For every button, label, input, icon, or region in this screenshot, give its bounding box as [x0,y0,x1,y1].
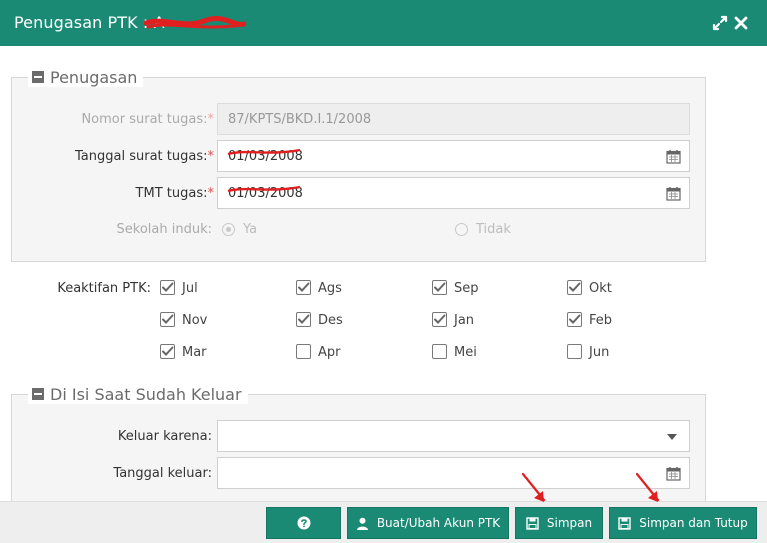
month-label-jan: Jan [454,313,475,328]
radio-tidak[interactable] [455,223,468,236]
checkbox-jan[interactable] [432,312,447,327]
month-label-ags: Ags [318,281,342,296]
checkmark-icon [162,282,174,292]
simpan-tutup-label: Simpan dan Tutup [639,516,748,530]
checkmark-icon [569,282,581,292]
collapse-icon[interactable] [32,71,44,83]
tmt-tugas-input[interactable]: 01/03/2008 [217,177,690,209]
month-label-okt: Okt [589,281,612,296]
nomor-surat-input[interactable]: 87/KPTS/BKD.I.1/2008 [217,103,690,135]
keluar-legend-text: Di Isi Saat Sudah Keluar [50,384,242,404]
calendar-icon[interactable] [666,186,681,201]
checkbox-mar[interactable] [160,344,175,359]
checkbox-ags[interactable] [296,280,311,295]
annotation-arrow-icon [521,472,546,502]
akun-ptk-button[interactable]: Buat/Ubah Akun PTK [347,507,509,539]
radio-ya[interactable] [222,223,235,236]
checkbox-feb[interactable] [567,312,582,327]
annotation-arrow-icon [635,472,660,502]
window-title: Penugasan PTK : A [14,13,165,32]
calendar-icon[interactable] [666,149,681,164]
checkmark-icon [298,282,310,292]
month-label-sep: Sep [454,281,479,296]
checkbox-jul[interactable] [160,280,175,295]
checkbox-okt[interactable] [567,280,582,295]
tanggal-keluar-label: Tanggal keluar: [113,466,212,481]
month-label-apr: Apr [318,345,341,360]
help-button[interactable] [266,507,341,539]
save-icon [618,516,631,530]
month-label-nov: Nov [182,313,208,328]
month-label-jul: Jul [182,281,198,296]
checkbox-des[interactable] [296,312,311,327]
simpan-label: Simpan [546,516,593,530]
checkbox-nov[interactable] [160,312,175,327]
redaction-scribble [144,16,246,29]
keluar-karena-select[interactable] [217,420,690,452]
redaction-strike [227,148,301,156]
tanggal-surat-input[interactable]: 01/03/2008 [217,140,690,172]
close-icon[interactable] [732,14,750,32]
month-label-des: Des [318,313,343,328]
checkmark-icon [162,346,174,356]
nomor-surat-value: 87/KPTS/BKD.I.1/2008 [228,112,372,127]
checkbox-sep[interactable] [432,280,447,295]
sekolah-induk-label: Sekolah induk: [116,222,212,237]
checkmark-icon [569,314,581,324]
checkbox-apr[interactable] [296,344,311,359]
month-label-mei: Mei [454,345,477,360]
penugasan-legend-text: Penugasan [50,67,138,87]
redaction-strike [227,185,301,193]
tanggal-keluar-input[interactable] [217,457,690,489]
question-circle-icon [297,516,310,530]
akun-ptk-label: Buat/Ubah Akun PTK [376,516,501,530]
calendar-icon[interactable] [666,466,681,481]
tmt-tugas-label: TMT tugas:* [135,186,214,201]
keluar-legend[interactable]: Di Isi Saat Sudah Keluar [28,384,248,404]
checkmark-icon [434,282,446,292]
user-icon [356,517,368,530]
collapse-icon[interactable] [32,388,44,400]
penugasan-legend[interactable]: Penugasan [28,67,144,87]
month-label-feb: Feb [589,313,613,328]
radio-tidak-label: Tidak [476,222,511,237]
tanggal-surat-label: Tanggal surat tugas:* [75,149,214,164]
window-titlebar: Penugasan PTK : A [0,0,767,46]
month-label-mar: Mar [182,345,207,360]
checkmark-icon [298,314,310,324]
simpan-tutup-button[interactable]: Simpan dan Tutup [609,507,757,539]
radio-ya-label: Ya [243,222,258,237]
month-label-jun: Jun [589,345,610,360]
expand-icon[interactable] [711,14,729,32]
save-icon [526,516,539,530]
checkbox-mei[interactable] [432,344,447,359]
checkbox-jun[interactable] [567,344,582,359]
checkmark-icon [434,314,446,324]
checkmark-icon [162,314,174,324]
chevron-down-icon[interactable] [667,434,677,440]
simpan-button[interactable]: Simpan [515,507,603,539]
nomor-surat-label: Nomor surat tugas:* [81,112,214,127]
keaktifan-label: Keaktifan PTK: [57,281,151,296]
keluar-karena-label: Keluar karena: [117,429,212,444]
